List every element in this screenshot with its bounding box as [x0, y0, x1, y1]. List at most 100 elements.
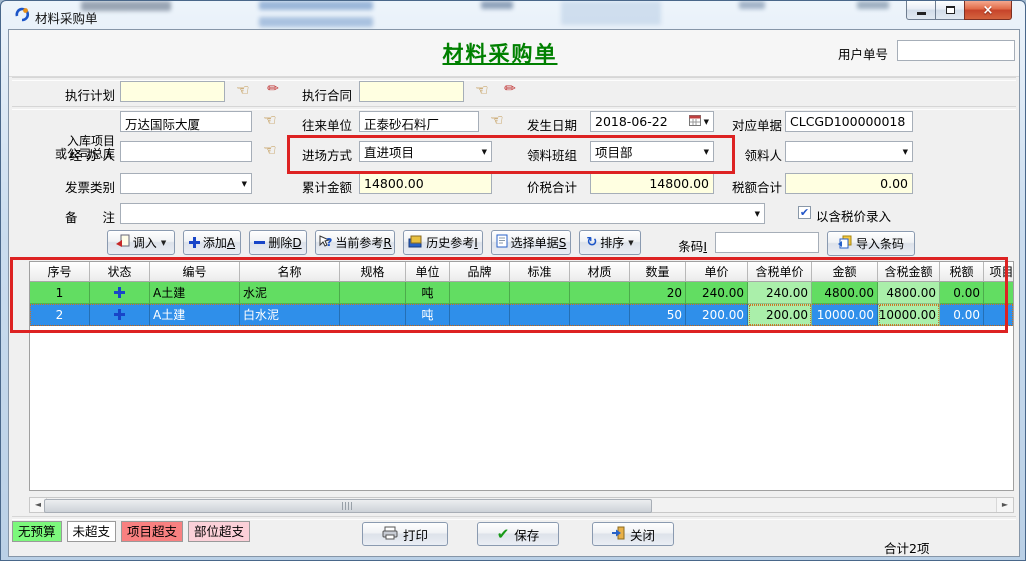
exec-plan-input[interactable] [120, 81, 225, 102]
project-lookup-hand-icon[interactable]: ☜ [258, 110, 282, 130]
items-table: 序号状态编号名称规格单位品牌标准材质数量单价含税单价金额含税金额税额项目预算 1… [29, 261, 1014, 491]
picking-team-select[interactable]: 项目部▼ [590, 141, 714, 162]
table-cell[interactable]: 2 [30, 304, 90, 326]
ref-doc-input[interactable]: CLCGD100000018 [785, 111, 913, 132]
table-cell[interactable]: 吨 [406, 304, 450, 326]
divider [12, 516, 1016, 520]
invoice-type-select[interactable]: ▼ [120, 173, 252, 194]
column-header[interactable]: 名称 [240, 262, 340, 282]
table-cell[interactable]: 200.00 [748, 304, 812, 326]
minimize-button[interactable] [906, 1, 936, 20]
column-header[interactable]: 单价 [686, 262, 748, 282]
table-cell[interactable] [510, 304, 570, 326]
column-header[interactable]: 材质 [570, 262, 630, 282]
close-form-button[interactable]: 关闭 [592, 522, 674, 546]
exec-plan-lookup-hand-icon[interactable]: ☜ [231, 80, 255, 100]
table-cell[interactable]: 0.00 [940, 304, 984, 326]
toolbar-button-minus[interactable]: 删除D [249, 230, 307, 255]
print-button[interactable]: 打印 [362, 522, 448, 546]
toolbar-button-note[interactable]: 选择单据S [491, 230, 571, 255]
table-cell[interactable] [984, 282, 1014, 304]
user-no-input[interactable] [897, 40, 1015, 61]
table-cell[interactable]: 白水泥 [240, 304, 340, 326]
column-header[interactable]: 含税金额 [878, 262, 940, 282]
entry-mode-select[interactable]: 直进项目▼ [359, 141, 492, 162]
table-cell[interactable]: 水泥 [240, 282, 340, 304]
toolbar-button-book[interactable]: 历史参考I [403, 230, 483, 255]
toolbar-button-sort[interactable]: ↻排序▼ [579, 230, 641, 255]
column-header[interactable]: 品牌 [450, 262, 510, 282]
column-header[interactable]: 规格 [340, 262, 406, 282]
table-cell[interactable] [984, 304, 1014, 326]
table-cell[interactable]: A土建 [150, 304, 240, 326]
close-button[interactable]: × [964, 1, 1012, 20]
supplier-input[interactable]: 正泰砂石料厂 [359, 111, 479, 132]
table-cell[interactable] [340, 282, 406, 304]
barcode-input[interactable] [715, 232, 819, 253]
total-with-tax-field: 14800.00 [590, 173, 714, 194]
maximize-icon [946, 6, 955, 14]
column-header[interactable]: 含税单价 [748, 262, 812, 282]
column-header[interactable]: 编号 [150, 262, 240, 282]
save-button[interactable]: ✔ 保存 [477, 522, 559, 546]
toolbar-button-import-doc[interactable]: 调入▼ [107, 230, 175, 255]
handler-lookup-hand-icon[interactable]: ☜ [258, 140, 282, 160]
date-input[interactable]: 2018-06-22 ▼ [590, 111, 714, 132]
tax-checkbox[interactable]: ✔ [798, 206, 811, 219]
toolbar-button-cursor-help[interactable]: ?当前参考R [315, 230, 395, 255]
table-cell[interactable] [340, 304, 406, 326]
exec-contract-input[interactable] [359, 81, 464, 102]
picker-select[interactable]: ▼ [785, 141, 913, 162]
table-cell[interactable]: 4800.00 [812, 282, 878, 304]
scrollbar-thumb[interactable] [44, 499, 652, 513]
scroll-right-arrow-icon[interactable]: ► [996, 498, 1013, 512]
table-cell[interactable] [90, 304, 150, 326]
column-header[interactable]: 序号 [30, 262, 90, 282]
table-cell[interactable]: 200.00 [686, 304, 748, 326]
table-cell[interactable]: 10000.00 [812, 304, 878, 326]
table-cell[interactable]: 1 [30, 282, 90, 304]
background-window-fragment [481, 1, 513, 9]
table-cell[interactable]: A土建 [150, 282, 240, 304]
remark-combo[interactable]: ▼ [120, 203, 765, 224]
column-header[interactable]: 金额 [812, 262, 878, 282]
table-cell[interactable]: 吨 [406, 282, 450, 304]
table-cell[interactable]: 4800.00 [878, 282, 940, 304]
project-input[interactable]: 万达国际大厦 [120, 111, 252, 132]
table-cell[interactable] [90, 282, 150, 304]
supplier-lookup-hand-icon[interactable]: ☜ [485, 110, 509, 130]
column-header[interactable]: 状态 [90, 262, 150, 282]
exec-contract-lookup-hand-icon[interactable]: ☜ [470, 80, 494, 100]
barcode-label: 条码I [667, 236, 707, 255]
table-cell[interactable]: 10000.00 [878, 304, 940, 326]
column-header[interactable]: 项目预算 [984, 262, 1014, 282]
background-window-fragment [857, 1, 889, 9]
column-header[interactable]: 标准 [510, 262, 570, 282]
table-cell[interactable]: 240.00 [748, 282, 812, 304]
table-cell[interactable]: 240.00 [686, 282, 748, 304]
table-cell[interactable]: 0.00 [940, 282, 984, 304]
app-icon [13, 6, 30, 23]
maximize-button[interactable] [936, 1, 964, 20]
chevron-down-icon: ▼ [161, 239, 166, 247]
table-cell[interactable] [450, 304, 510, 326]
column-header[interactable]: 单位 [406, 262, 450, 282]
exec-plan-clear-pencil-icon[interactable]: ✏ [261, 79, 285, 99]
tax-checkbox-label: 以含税价录入 [816, 206, 891, 225]
handler-input[interactable] [120, 141, 252, 162]
column-header[interactable]: 数量 [630, 262, 686, 282]
table-cell[interactable] [570, 304, 630, 326]
table-cell[interactable] [510, 282, 570, 304]
table-row[interactable]: 1A土建水泥吨20240.00240.004800.004800.000.00 [30, 282, 1013, 304]
table-cell[interactable]: 50 [630, 304, 686, 326]
table-row[interactable]: 2A土建白水泥吨50200.00200.0010000.0010000.000.… [30, 304, 1013, 326]
title-bar[interactable]: 材料采购单 × [1, 1, 1025, 29]
horizontal-scrollbar[interactable]: ◄ ► [29, 497, 1014, 513]
table-cell[interactable] [450, 282, 510, 304]
column-header[interactable]: 税额 [940, 262, 984, 282]
toolbar-button-plus[interactable]: 添加A [183, 230, 241, 255]
table-cell[interactable]: 20 [630, 282, 686, 304]
table-cell[interactable] [570, 282, 630, 304]
exec-contract-clear-pencil-icon[interactable]: ✏ [498, 79, 522, 99]
import-barcode-button[interactable]: 导入条码 [827, 231, 915, 256]
